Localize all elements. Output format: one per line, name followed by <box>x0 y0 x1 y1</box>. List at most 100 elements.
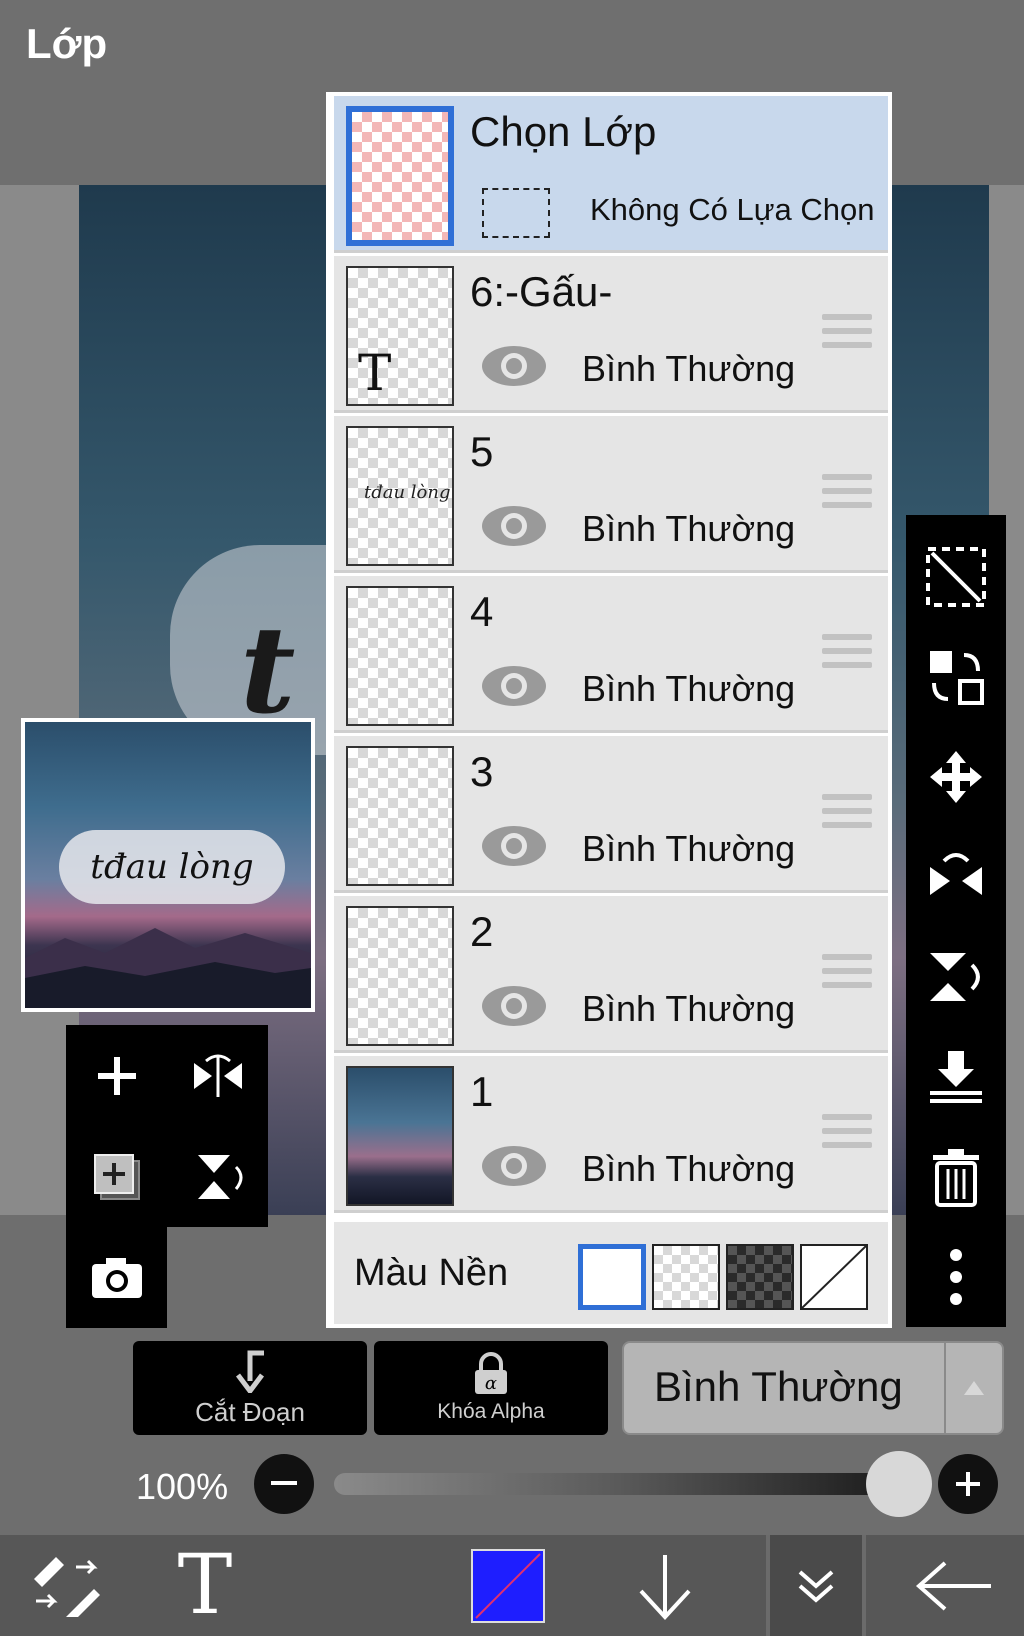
background-color-label: Màu Nền <box>354 1252 509 1294</box>
layer-blend-mode: Bình Thường <box>582 668 796 709</box>
move-icon <box>930 751 982 803</box>
current-color-button[interactable] <box>468 1535 548 1636</box>
bg-white-swatch[interactable] <box>578 1244 646 1310</box>
swap-icon <box>930 651 984 705</box>
visibility-eye-icon[interactable] <box>480 824 548 868</box>
duplicate-layer-button[interactable] <box>66 1126 167 1227</box>
visibility-eye-icon[interactable] <box>480 664 548 708</box>
back-button[interactable] <box>900 1535 1010 1636</box>
preview-image: tđau lòng <box>25 722 311 1008</box>
camera-icon <box>91 1257 142 1298</box>
visibility-eye-icon[interactable] <box>480 1144 548 1188</box>
preview-mountains <box>25 928 311 1008</box>
layer-thumbnail <box>346 1066 454 1206</box>
more-options-button[interactable] <box>906 1227 1006 1327</box>
drag-handle-icon[interactable] <box>822 474 872 514</box>
selection-icon <box>926 547 986 607</box>
flip-vertical-button[interactable] <box>906 927 1006 1027</box>
right-toolbar <box>906 515 1006 1327</box>
select-layer-title: Chọn Lớp <box>470 108 657 155</box>
collapse-panel-button[interactable] <box>770 1535 862 1636</box>
drag-handle-icon[interactable] <box>822 794 872 834</box>
clipping-button[interactable]: Cắt Đoạn <box>133 1341 367 1435</box>
blend-mode-select[interactable]: Bình Thường <box>622 1341 1004 1435</box>
selection-marquee-icon <box>482 188 550 238</box>
bg-dark-checker-swatch[interactable] <box>726 1244 794 1310</box>
alpha-lock-button[interactable]: α Khóa Alpha <box>374 1341 608 1435</box>
triangle-up-icon <box>964 1381 984 1395</box>
layer-name: 3 <box>470 748 494 795</box>
drag-handle-icon[interactable] <box>822 954 872 994</box>
trash-icon <box>933 1149 979 1207</box>
delete-layer-button[interactable] <box>906 1127 1006 1227</box>
drag-handle-icon[interactable] <box>822 634 872 674</box>
layer-blend-mode: Bình Thường <box>582 988 796 1029</box>
camera-button[interactable] <box>66 1227 167 1328</box>
layers-panel: Chọn Lớp Không Có Lựa Chọn T 6:-Gấu- Bìn… <box>326 92 892 1328</box>
chevron-double-down-icon <box>798 1569 834 1603</box>
layer-blend-mode: Bình Thường <box>582 828 796 869</box>
flip-horizontal-button[interactable] <box>906 827 1006 927</box>
visibility-eye-icon[interactable] <box>480 984 548 1028</box>
add-layer-button[interactable] <box>66 1025 167 1126</box>
bg-transparent-swatch[interactable] <box>652 1244 720 1310</box>
bottom-nav: T <box>0 1535 1024 1636</box>
diagonal-line-icon <box>802 1246 866 1308</box>
nav-divider <box>862 1535 866 1636</box>
text-tool-button[interactable]: T <box>150 1535 260 1636</box>
back-arrow-icon <box>915 1561 991 1610</box>
layer-row[interactable]: 4 Bình Thường <box>334 576 888 733</box>
opacity-label: 100% <box>136 1466 229 1507</box>
layer-row[interactable]: tđau lòng 5 Bình Thường <box>334 416 888 573</box>
opacity-slider-thumb[interactable] <box>866 1451 932 1517</box>
layer-thumbnail <box>346 746 454 886</box>
bg-none-swatch[interactable] <box>800 1244 868 1310</box>
left-toolbar-extra <box>66 1227 167 1328</box>
merge-down-button[interactable] <box>906 1027 1006 1127</box>
alpha-lock-icon: α <box>475 1352 507 1394</box>
color-swatch-icon <box>471 1548 545 1623</box>
opacity-decrease-button[interactable] <box>254 1454 314 1514</box>
layer-name: 6:-Gấu- <box>470 268 613 315</box>
arrow-down-icon <box>639 1554 691 1620</box>
brush-eraser-button[interactable] <box>10 1535 120 1636</box>
background-color-row: Màu Nền <box>334 1222 888 1324</box>
more-icon <box>950 1249 962 1305</box>
flip-h-icon <box>930 853 982 895</box>
move-layer-button[interactable] <box>906 727 1006 827</box>
layer-row[interactable]: 3 Bình Thường <box>334 736 888 893</box>
clipping-label: Cắt Đoạn <box>195 1396 305 1427</box>
arrow-down-button[interactable] <box>620 1535 710 1636</box>
merge-down-icon <box>930 1051 982 1103</box>
select-layer-row[interactable]: Chọn Lớp Không Có Lựa Chọn <box>334 96 888 253</box>
drag-handle-icon[interactable] <box>822 314 872 354</box>
layer-row[interactable]: T 6:-Gấu- Bình Thường <box>334 256 888 413</box>
flip-v-icon <box>930 953 980 1001</box>
visibility-eye-icon[interactable] <box>480 504 548 548</box>
layer-row[interactable]: 2 Bình Thường <box>334 896 888 1053</box>
layer-name: 1 <box>470 1068 494 1115</box>
layer-name: 2 <box>470 908 494 955</box>
text-tool-icon: T <box>177 1538 233 1633</box>
preview-bubble: tđau lòng <box>59 830 285 904</box>
layer-name: 4 <box>470 588 494 635</box>
visibility-eye-icon[interactable] <box>480 344 548 388</box>
canvas-preview[interactable]: tđau lòng <box>21 718 315 1012</box>
flip-layer-vertical-button[interactable] <box>167 1126 268 1227</box>
drag-handle-icon[interactable] <box>822 1114 872 1154</box>
flip-layer-horizontal-button[interactable] <box>167 1025 268 1126</box>
opacity-increase-button[interactable] <box>938 1454 998 1514</box>
preview-text: tđau lòng <box>90 847 254 887</box>
opacity-slider-track[interactable] <box>334 1473 902 1495</box>
flip-vertical-icon <box>197 1154 242 1199</box>
select-layer-area-button[interactable] <box>906 527 1006 627</box>
layer-thumbnail: tđau lòng <box>346 426 454 566</box>
blend-mode-arrow[interactable] <box>944 1343 1002 1433</box>
select-layer-thumbnail <box>346 106 454 246</box>
layer-row[interactable]: 1 Bình Thường <box>334 1056 888 1213</box>
blend-mode-value: Bình Thường <box>654 1363 903 1410</box>
clipping-arrow-icon <box>236 1350 264 1393</box>
swap-layers-button[interactable] <box>906 627 1006 727</box>
layer-blend-mode: Bình Thường <box>582 508 796 549</box>
brush-eraser-icon <box>34 1556 100 1617</box>
